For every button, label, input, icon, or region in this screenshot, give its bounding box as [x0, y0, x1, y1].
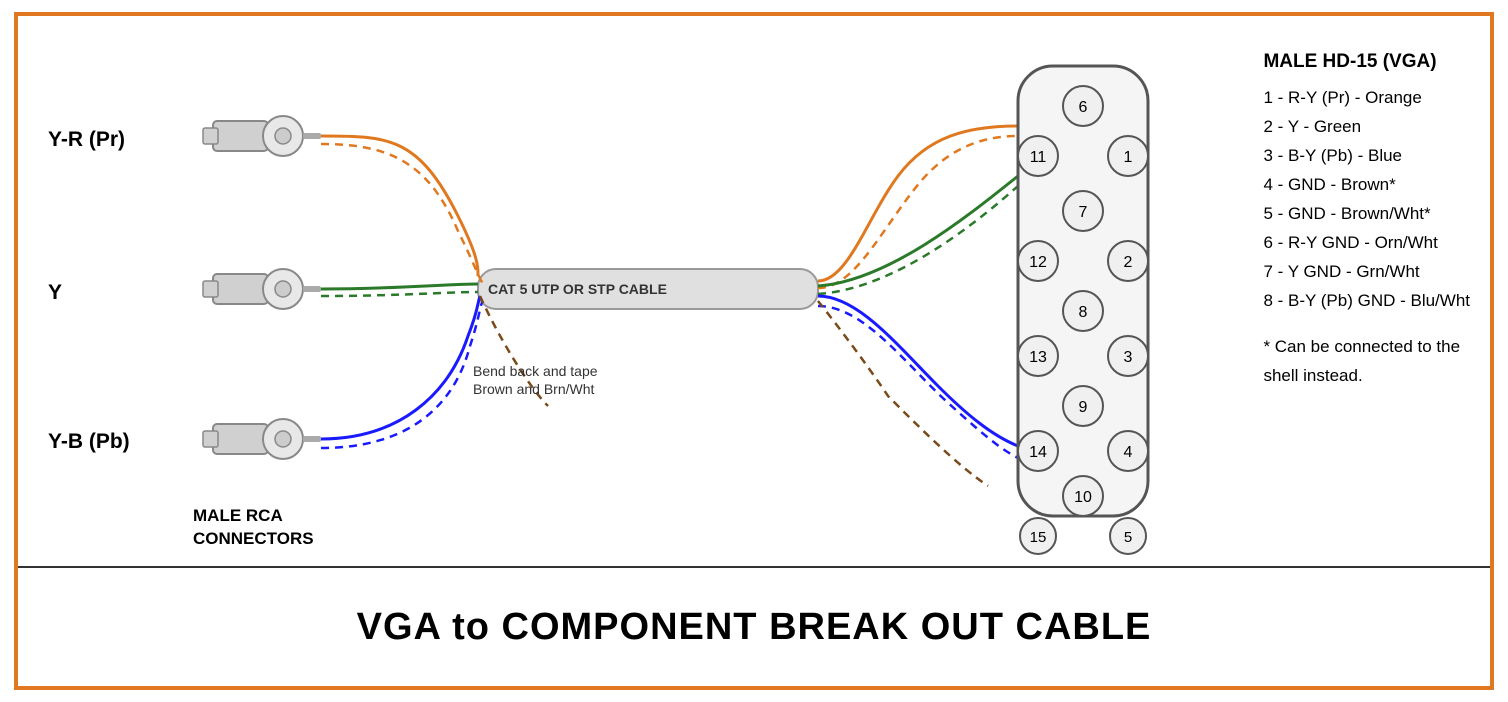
svg-text:11: 11	[1030, 149, 1047, 166]
pin-6: 6 - R-Y GND - Orn/Wht	[1263, 229, 1470, 258]
bend-label-line2: Brown and Brn/Wht	[473, 381, 594, 397]
svg-text:9: 9	[1079, 399, 1088, 416]
svg-text:14: 14	[1029, 444, 1047, 461]
vga-note-2: shell instead.	[1263, 362, 1470, 391]
pin-4: 4 - GND - Brown*	[1263, 171, 1470, 200]
svg-text:3: 3	[1124, 349, 1133, 366]
pin-7: 7 - Y GND - Grn/Wht	[1263, 258, 1470, 287]
svg-text:12: 12	[1029, 254, 1047, 271]
pin-2: 2 - Y - Green	[1263, 113, 1470, 142]
rca-yb-connector	[203, 419, 321, 459]
pin-1: 1 - R-Y (Pr) - Orange	[1263, 84, 1470, 113]
cable-label: CAT 5 UTP OR STP CABLE	[488, 281, 667, 297]
svg-text:1: 1	[1124, 149, 1133, 166]
rca-male-label-line1: MALE RCA	[193, 506, 283, 525]
bend-label-line1: Bend back and tape	[473, 363, 598, 379]
y-label: Y	[48, 281, 62, 304]
pin-3: 3 - B-Y (Pb) - Blue	[1263, 142, 1470, 171]
pin-8: 8 - B-Y (Pb) GND - Blu/Wht	[1263, 287, 1470, 316]
svg-text:6: 6	[1079, 99, 1088, 116]
yb-label: Y-B (Pb)	[48, 430, 130, 453]
svg-text:2: 2	[1124, 254, 1133, 271]
rca-y-connector	[203, 269, 321, 309]
rca-yr-connector	[203, 116, 321, 156]
svg-text:15: 15	[1030, 529, 1047, 546]
svg-text:10: 10	[1074, 489, 1092, 506]
vga-note-1: * Can be connected to the	[1263, 333, 1470, 362]
svg-text:13: 13	[1029, 349, 1047, 366]
footer: VGA to COMPONENT BREAK OUT CABLE	[18, 566, 1490, 686]
svg-text:8: 8	[1079, 304, 1088, 321]
footer-title: VGA to COMPONENT BREAK OUT CABLE	[357, 606, 1152, 649]
rca-male-label-line2: CONNECTORS	[193, 529, 314, 548]
svg-text:5: 5	[1124, 529, 1132, 546]
yr-label: Y-R (Pr)	[48, 128, 125, 151]
main-container: CAT 5 UTP OR STP CABLE 6 11 1	[14, 12, 1494, 690]
svg-text:4: 4	[1124, 444, 1133, 461]
pin-5: 5 - GND - Brown/Wht*	[1263, 200, 1470, 229]
svg-text:7: 7	[1079, 204, 1088, 221]
vga-legend: MALE HD-15 (VGA) 1 - R-Y (Pr) - Orange 2…	[1263, 46, 1470, 391]
vga-title: MALE HD-15 (VGA)	[1263, 46, 1470, 78]
